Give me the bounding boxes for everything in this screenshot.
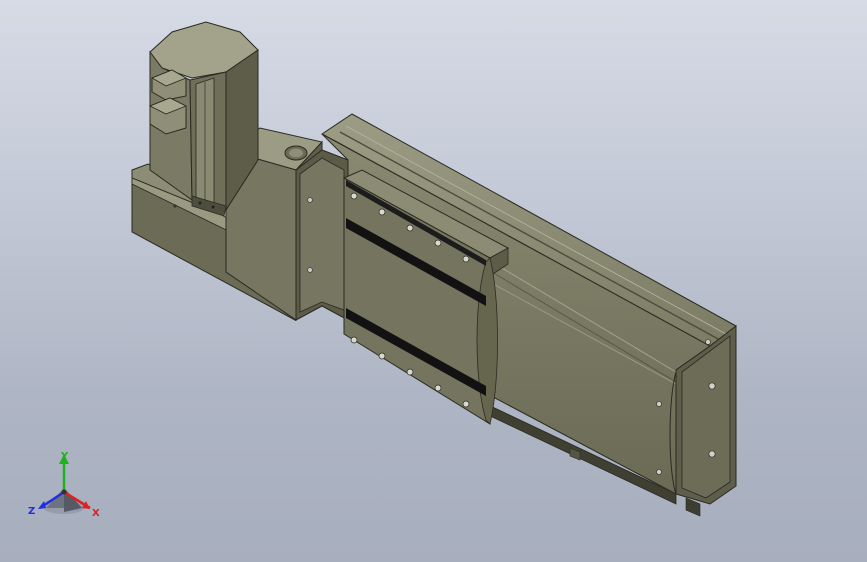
linear-actuator-model[interactable] (0, 0, 867, 562)
z-axis-label: Z (28, 506, 35, 517)
motor-end-plate (295, 149, 349, 321)
graphics-viewport[interactable]: Y X Z (0, 0, 867, 562)
x-axis-label: X (92, 508, 100, 519)
orientation-triad[interactable]: Y X Z (26, 448, 102, 524)
y-axis-label: Y (60, 451, 69, 462)
